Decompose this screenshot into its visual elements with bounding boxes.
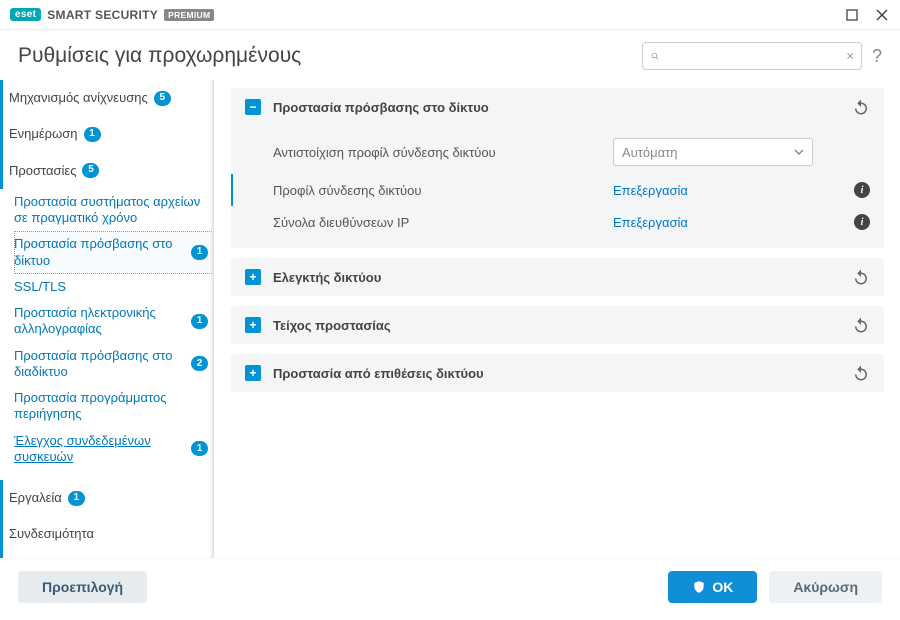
sidebar-item-label: Προστασία ηλεκτρονικής αλληλογραφίας (14, 305, 185, 338)
expand-icon: + (245, 317, 261, 333)
info-icon[interactable]: i (854, 214, 870, 230)
edit-link[interactable]: Επεξεργασία (613, 183, 688, 198)
sidebar-item-web-access[interactable]: Προστασία πρόσβασης στο διαδίκτυο 2 (14, 343, 214, 386)
undo-icon[interactable] (852, 268, 870, 286)
help-icon[interactable]: ? (872, 46, 882, 67)
sidebar-item-label: Προστασία πρόσβασης στο διαδίκτυο (14, 348, 185, 381)
sidebar-item-tools[interactable]: Εργαλεία 1 (0, 480, 214, 516)
sidebar-item-label: Συνδεσιμότητα (9, 526, 94, 542)
count-badge: 1 (68, 491, 85, 506)
profile-match-select[interactable]: Αυτόματη (613, 138, 813, 166)
sidebar-item-label: Έλεγχος συνδεδεμένων συσκευών (14, 433, 185, 466)
undo-icon[interactable] (852, 364, 870, 382)
edit-link[interactable]: Επεξεργασία (613, 215, 688, 230)
button-label: Προεπιλογή (42, 579, 123, 595)
panel-firewall: + Τείχος προστασίας (231, 306, 884, 344)
panel-network-access: − Προστασία πρόσβασης στο δίκτυο Αντιστο… (231, 88, 884, 248)
sidebar-item-update[interactable]: Ενημέρωση 1 (0, 116, 214, 152)
count-badge: 1 (84, 127, 101, 142)
button-label: OK (712, 579, 733, 595)
header: Ρυθμίσεις για προχωρημένους ? (0, 30, 900, 80)
cancel-button[interactable]: Ακύρωση (769, 571, 882, 603)
count-badge: 1 (191, 314, 208, 329)
count-badge: 1 (191, 441, 208, 456)
chevron-down-icon (794, 147, 804, 157)
sidebar-item-device-control[interactable]: Έλεγχος συνδεδεμένων συσκευών 1 (14, 428, 214, 471)
default-button[interactable]: Προεπιλογή (18, 571, 147, 603)
sidebar-item-label: Ενημέρωση (9, 126, 78, 142)
panel-network-inspector: + Ελεγκτής δικτύου (231, 258, 884, 296)
brand: eset SMART SECURITY PREMIUM (10, 8, 214, 22)
titlebar: eset SMART SECURITY PREMIUM (0, 0, 900, 30)
search-icon (651, 49, 659, 63)
sidebar-item-label: SSL/TLS (14, 279, 66, 295)
sidebar-item-detection[interactable]: Μηχανισμός ανίχνευσης 5 (0, 80, 214, 116)
window-close-icon[interactable] (874, 7, 890, 23)
undo-icon[interactable] (852, 316, 870, 334)
select-value: Αυτόματη (622, 145, 678, 160)
row-ip-sets: Σύνολα διευθύνσεων IP Επεξεργασία i (231, 206, 870, 238)
clear-icon[interactable] (847, 50, 853, 62)
sidebar-item-ssl-tls[interactable]: SSL/TLS (14, 274, 214, 300)
sidebar-item-label: Προστασία προγράμματος περιήγησης (14, 390, 208, 423)
sidebar-item-connectivity[interactable]: Συνδεσιμότητα (0, 516, 214, 552)
brand-tier: PREMIUM (164, 9, 214, 21)
sidebar-item-email[interactable]: Προστασία ηλεκτρονικής αλληλογραφίας 1 (14, 300, 214, 343)
sidebar-item-protections[interactable]: Προστασίες 5 (0, 153, 214, 189)
page-title: Ρυθμίσεις για προχωρημένους (18, 44, 301, 68)
row-label: Προφίλ σύνδεσης δικτύου (273, 183, 603, 198)
panel-title: Ελεγκτής δικτύου (273, 270, 381, 285)
count-badge: 1 (191, 245, 208, 260)
panel-title: Προστασία από επιθέσεις δικτύου (273, 366, 484, 381)
sidebar-item-label: Εργαλεία (9, 490, 62, 506)
count-badge: 5 (154, 91, 171, 106)
ok-button[interactable]: OK (668, 571, 757, 603)
count-badge: 2 (191, 356, 208, 371)
panel-toggle[interactable]: − Προστασία πρόσβασης στο δίκτυο (231, 88, 884, 126)
panel-network-attack: + Προστασία από επιθέσεις δικτύου (231, 354, 884, 392)
panel-toggle[interactable]: + Ελεγκτής δικτύου (231, 258, 884, 296)
count-badge: 5 (82, 163, 99, 178)
search-box[interactable] (642, 42, 862, 70)
sidebar-item-label: Προστασία πρόσβασης στο δίκτυο (14, 236, 185, 269)
search-input[interactable] (665, 49, 841, 64)
undo-icon[interactable] (852, 98, 870, 116)
row-label: Σύνολα διευθύνσεων IP (273, 215, 603, 230)
row-label: Αντιστοίχιση προφίλ σύνδεσης δικτύου (273, 145, 603, 160)
brand-badge: eset (10, 8, 41, 21)
panel-toggle[interactable]: + Προστασία από επιθέσεις δικτύου (231, 354, 884, 392)
panel-title: Τείχος προστασίας (273, 318, 391, 333)
row-profile-match: Αντιστοίχιση προφίλ σύνδεσης δικτύου Αυτ… (231, 130, 870, 174)
window-maximize-icon[interactable] (844, 7, 860, 23)
sidebar-item-label: Προστασίες (9, 163, 76, 179)
sidebar-item-label: Προστασία συστήματος αρχείων σε πραγματι… (14, 194, 208, 227)
sidebar-item-realtime-fs[interactable]: Προστασία συστήματος αρχείων σε πραγματι… (14, 189, 214, 232)
shield-icon (692, 580, 706, 594)
expand-icon: + (245, 269, 261, 285)
main-content: − Προστασία πρόσβασης στο δίκτυο Αντιστο… (215, 80, 900, 558)
sidebar-item-network-access[interactable]: Προστασία πρόσβασης στο δίκτυο 1 (14, 231, 214, 274)
panel-title: Προστασία πρόσβασης στο δίκτυο (273, 100, 489, 115)
panel-toggle[interactable]: + Τείχος προστασίας (231, 306, 884, 344)
button-label: Ακύρωση (793, 579, 858, 595)
sidebar-item-ui[interactable]: Περιβάλλον χρήστη 2 (0, 553, 214, 559)
expand-icon: + (245, 365, 261, 381)
brand-name: SMART SECURITY (47, 8, 158, 22)
footer: Προεπιλογή OK Ακύρωση (0, 558, 900, 614)
info-icon[interactable]: i (854, 182, 870, 198)
sidebar: Μηχανισμός ανίχνευσης 5 Ενημέρωση 1 Προσ… (0, 80, 215, 558)
row-network-profile: Προφίλ σύνδεσης δικτύου Επεξεργασία i (231, 174, 870, 206)
sidebar-item-browser[interactable]: Προστασία προγράμματος περιήγησης (14, 385, 214, 428)
sidebar-item-label: Μηχανισμός ανίχνευσης (9, 90, 148, 106)
collapse-icon: − (245, 99, 261, 115)
